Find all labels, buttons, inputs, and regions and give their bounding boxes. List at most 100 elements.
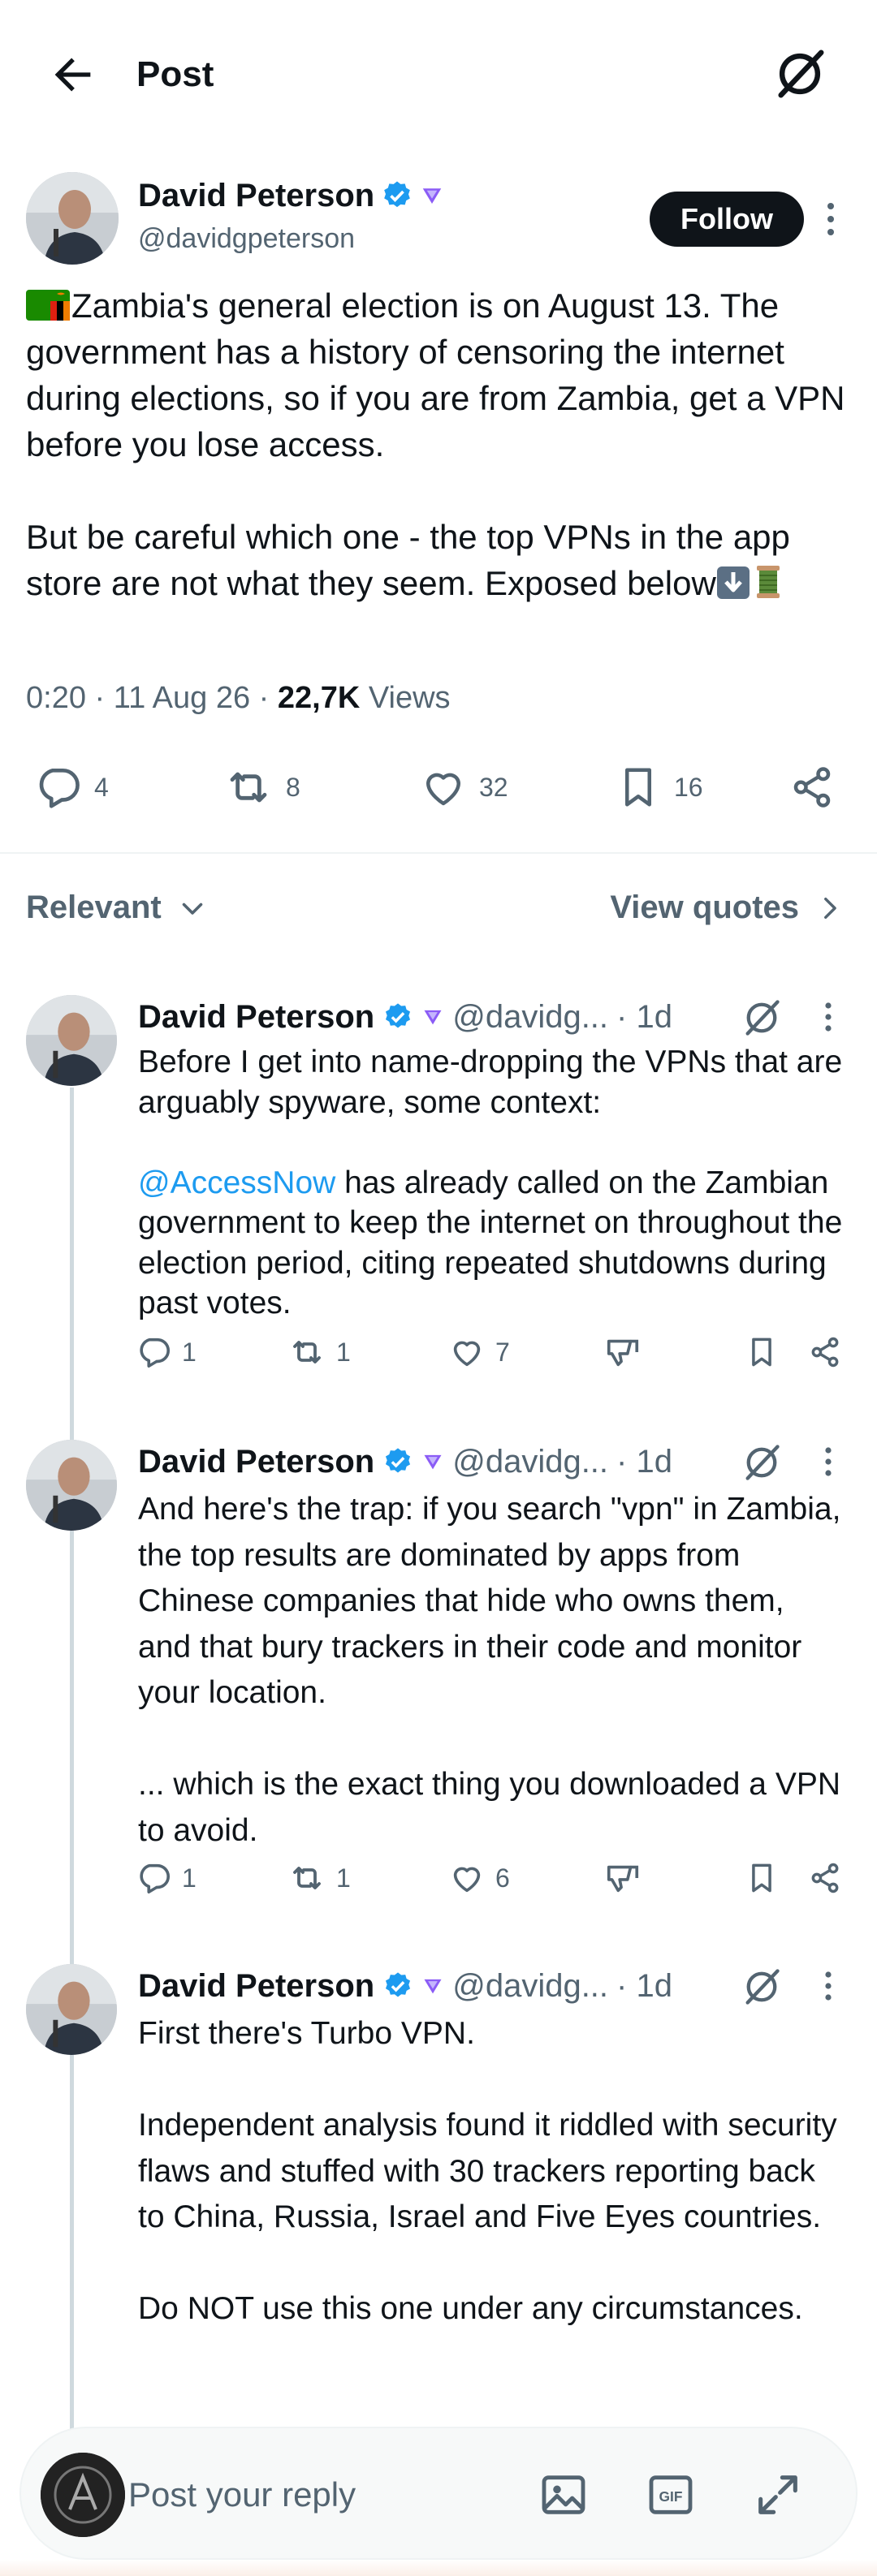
mention-link[interactable]: @AccessNow — [138, 1165, 335, 1200]
view-quotes-link[interactable]: View quotes — [610, 890, 843, 926]
repost-count: 1 — [336, 1863, 351, 1893]
back-arrow-icon[interactable] — [47, 49, 99, 101]
verified-badge-icon — [382, 1002, 413, 1032]
like-button[interactable]: 32 — [419, 755, 508, 820]
reply-icon — [135, 1859, 172, 1897]
more-options-icon[interactable] — [816, 1441, 840, 1482]
reply-avatar[interactable] — [26, 1440, 117, 1531]
grok-badge-icon — [421, 1975, 444, 1997]
reply-button[interactable]: 1 — [135, 1854, 197, 1902]
grok-icon[interactable] — [771, 45, 828, 102]
verified-badge-icon — [382, 1446, 413, 1477]
author-handle[interactable]: @davidgpeterson — [138, 221, 355, 256]
sort-dropdown[interactable]: Relevant — [26, 890, 207, 926]
reply-header: David Peterson @davidg... · 1d — [138, 1441, 672, 1482]
bottom-edge — [0, 2560, 877, 2576]
reply-composer[interactable]: Post your reply GIF — [19, 2427, 858, 2560]
follow-button[interactable]: Follow — [650, 192, 804, 247]
repost-count: 8 — [286, 772, 300, 802]
sort-label: Relevant — [26, 890, 162, 925]
post-date: 11 Aug 26 — [113, 681, 251, 715]
bookmark-icon — [744, 1334, 780, 1370]
bookmark-button[interactable]: 16 — [614, 755, 703, 820]
reply-button[interactable]: 1 — [135, 1328, 197, 1376]
share-icon — [807, 1860, 843, 1896]
reply-author-name[interactable]: David Peterson — [138, 997, 374, 1037]
grok-badge-icon — [421, 1006, 444, 1028]
reply-author-name[interactable]: David Peterson — [138, 1966, 374, 2006]
reply-text: First there's Turbo VPN. Independent ana… — [138, 2016, 837, 2326]
share-button[interactable] — [807, 1328, 843, 1376]
reply-count: 4 — [94, 772, 109, 802]
author-avatar[interactable] — [26, 172, 119, 265]
divider — [0, 852, 877, 854]
more-options-icon[interactable] — [816, 1966, 840, 2006]
reply-input[interactable]: Post your reply — [128, 2470, 356, 2519]
grok-badge-icon — [421, 1450, 444, 1473]
reply-item[interactable]: David Peterson @davidg... · 1d First the… — [0, 1964, 877, 2419]
reply-text: Before I get into name-dropping the VPNs… — [138, 1042, 845, 1324]
top-bar: Post — [0, 0, 877, 146]
repost-button[interactable]: 8 — [222, 755, 300, 820]
view-quotes-label: View quotes — [610, 890, 799, 925]
heart-icon — [448, 1859, 486, 1897]
author-name[interactable]: David Peterson — [138, 175, 444, 216]
bookmark-icon — [744, 1860, 780, 1896]
down-arrow-icon — [716, 566, 750, 600]
svg-text:GIF: GIF — [659, 2488, 683, 2505]
reply-item[interactable]: David Peterson @davidg... · 1d Before I … — [0, 995, 877, 1376]
like-count: 32 — [479, 772, 508, 802]
grok-icon[interactable] — [739, 1964, 784, 2010]
reply-author-name[interactable]: David Peterson — [138, 1441, 374, 1482]
reply-action-bar: 1 1 7 — [0, 1328, 877, 1376]
repost-count: 1 — [336, 1337, 351, 1367]
repost-button[interactable]: 1 — [287, 1328, 351, 1376]
bookmark-icon — [614, 763, 663, 812]
repost-button[interactable]: 1 — [287, 1854, 351, 1902]
like-button[interactable]: 7 — [448, 1328, 510, 1376]
reply-count: 1 — [182, 1337, 197, 1367]
repost-icon — [287, 1859, 326, 1898]
zambia-flag-icon — [26, 286, 70, 321]
reply-author-handle[interactable]: @davidg... — [452, 997, 608, 1037]
heart-icon — [448, 1333, 486, 1371]
expand-icon[interactable] — [747, 2464, 809, 2526]
share-button[interactable] — [788, 755, 836, 820]
post-meta: 0:20 · 11 Aug 26 · 22,7K Views — [26, 681, 451, 715]
reply-author-handle[interactable]: @davidg... — [452, 1966, 608, 2006]
reply-avatar[interactable] — [26, 995, 117, 1086]
reply-button[interactable]: 4 — [32, 755, 109, 820]
chevron-right-icon — [815, 894, 843, 922]
bookmark-button[interactable] — [744, 1328, 780, 1376]
post-paragraph-1: Zambia's general election is on August 1… — [26, 286, 845, 463]
share-button[interactable] — [807, 1854, 843, 1902]
reply-item[interactable]: David Peterson @davidg... · 1d And here'… — [0, 1440, 877, 1927]
bookmark-button[interactable] — [744, 1854, 780, 1902]
thumbs-down-icon — [604, 1333, 642, 1371]
reply-action-bar: 1 1 6 — [0, 1854, 877, 1902]
share-icon — [788, 763, 836, 812]
like-button[interactable]: 6 — [448, 1854, 510, 1902]
grok-icon[interactable] — [739, 1440, 784, 1485]
gif-icon[interactable]: GIF — [640, 2464, 702, 2526]
downvote-button[interactable] — [604, 1854, 642, 1902]
chevron-down-icon — [178, 894, 207, 923]
reply-icon — [32, 762, 83, 812]
image-icon[interactable] — [533, 2464, 594, 2526]
verified-badge-icon — [381, 179, 413, 212]
reply-count: 1 — [182, 1863, 197, 1893]
like-count: 7 — [495, 1337, 510, 1367]
author-name-text[interactable]: David Peterson — [138, 175, 374, 216]
verified-badge-icon — [382, 1971, 413, 2001]
post-time: 0:20 — [26, 681, 86, 715]
like-count: 6 — [495, 1863, 510, 1893]
reply-avatar[interactable] — [26, 1964, 117, 2055]
share-icon — [807, 1334, 843, 1370]
more-options-icon[interactable] — [819, 195, 843, 243]
more-options-icon[interactable] — [816, 997, 840, 1037]
reply-author-handle[interactable]: @davidg... — [452, 1441, 608, 1482]
grok-icon[interactable] — [739, 995, 784, 1040]
current-user-avatar[interactable] — [41, 2453, 125, 2537]
downvote-button[interactable] — [604, 1328, 642, 1376]
post-action-bar: 4 8 32 16 — [0, 755, 877, 820]
